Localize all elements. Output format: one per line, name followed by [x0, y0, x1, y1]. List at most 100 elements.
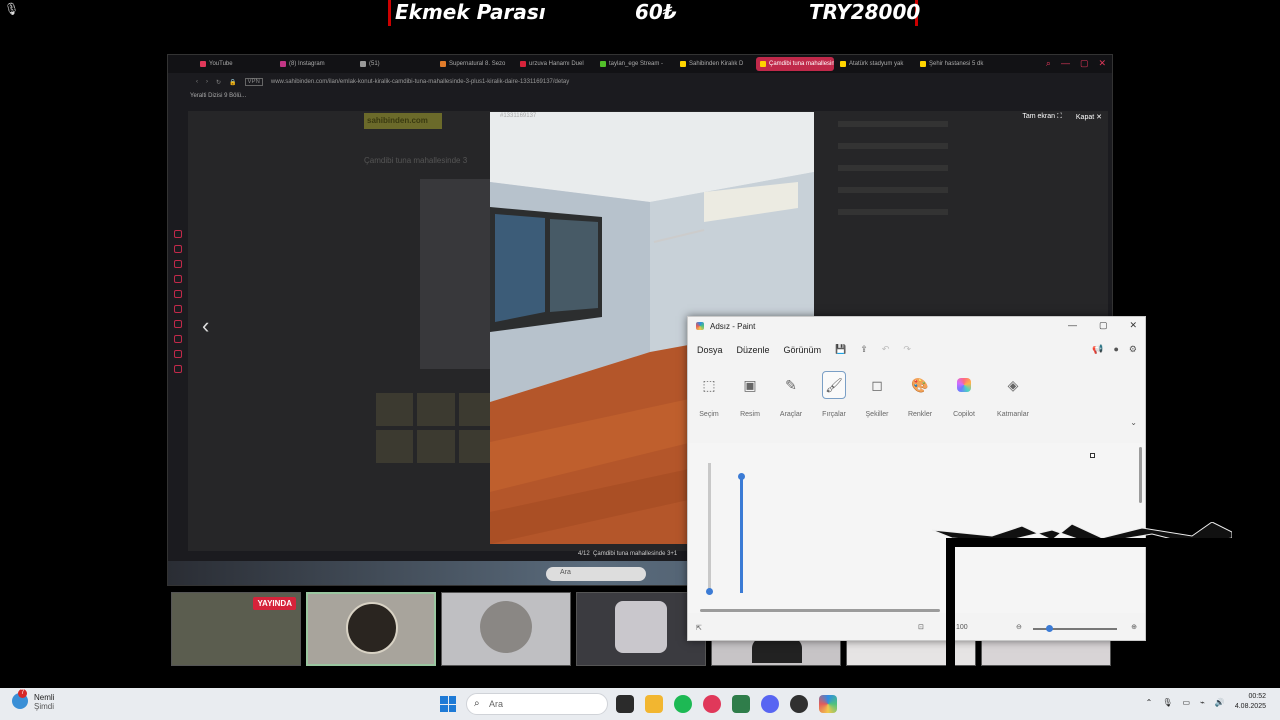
task-view-icon[interactable] [616, 695, 634, 713]
display-icon[interactable]: ▭ [1182, 698, 1190, 707]
tab-label: YouTube [209, 61, 233, 67]
taskbar-search-input[interactable]: ⌕ Ara [466, 693, 608, 715]
browser-tab[interactable]: Sahibinden Kiralık D [676, 57, 754, 71]
previous-photo-icon[interactable]: ‹ [202, 313, 209, 339]
network-icon[interactable]: ⌁ [1200, 698, 1205, 707]
brush-opacity-slider[interactable] [738, 473, 745, 593]
tool-selection[interactable]: ⬚ Seçim [689, 371, 729, 419]
microphone-icon[interactable]: 🎙 [1162, 698, 1172, 707]
megaphone-icon[interactable]: 📢 [1092, 344, 1103, 355]
close-icon[interactable]: ✕ [1098, 58, 1106, 69]
browser-tab[interactable]: (51) [356, 57, 434, 71]
minimize-icon[interactable]: — [1061, 58, 1070, 69]
weather-widget[interactable]: 7 Nemli Şimdi [12, 689, 55, 711]
sidebar-icon[interactable] [174, 305, 182, 313]
tool-layers[interactable]: ◈ Katmanlar [992, 371, 1034, 419]
menu-edit[interactable]: Düzenle [737, 345, 770, 355]
menu-view[interactable]: Görünüm [784, 345, 822, 355]
save-icon[interactable]: 💾 [835, 344, 846, 355]
browser-tab[interactable]: Çamdibi tuna mahallesind [756, 57, 834, 71]
clock[interactable]: 00:52 4.08.2025 [1235, 692, 1266, 712]
weather-subtitle: Şimdi [34, 702, 55, 711]
close-lightbox-button[interactable]: Kapat ✕ [1076, 113, 1102, 121]
tool-colors[interactable]: 🎨 Renkler [900, 371, 940, 419]
sidebar-icon[interactable] [174, 275, 182, 283]
scene-street[interactable]: YAYINDA [171, 592, 301, 666]
scene-webcam[interactable] [306, 592, 436, 666]
fullscreen-button[interactable]: Tam ekran ⛶ [1022, 113, 1062, 121]
sidebar-icon[interactable] [174, 350, 182, 358]
scene-cat[interactable] [441, 592, 571, 666]
thumbnail[interactable] [376, 430, 414, 463]
discord-icon[interactable] [761, 695, 779, 713]
opera-gx-icon[interactable] [703, 695, 721, 713]
vertical-scrollbar[interactable] [1139, 447, 1142, 503]
sidebar-icon[interactable] [174, 335, 182, 343]
tool-image[interactable]: ▣ Resim [730, 371, 770, 419]
start-button[interactable] [440, 696, 456, 712]
share-icon[interactable]: ⇪ [860, 344, 868, 355]
back-icon[interactable]: ‹ [196, 79, 198, 85]
sidebar-icon[interactable] [174, 245, 182, 253]
browser-tab[interactable]: (8) Instagram [276, 57, 354, 71]
inner-search-input[interactable]: Ara [546, 567, 646, 581]
notepad-icon[interactable] [732, 695, 750, 713]
settings-icon[interactable]: ⚙ [1129, 344, 1137, 355]
photo-caption: 4/12 Çamdibi tuna mahallesinde 3+1 [578, 551, 677, 557]
sidebar-icon[interactable] [174, 260, 182, 268]
brush-size-slider[interactable] [706, 463, 713, 595]
browser-tab[interactable]: Şehir hastanesi 5 dk [916, 57, 994, 71]
volume-icon[interactable]: 🔊 [1215, 698, 1225, 707]
slider-knob[interactable] [738, 473, 745, 480]
canvas-resize-handle[interactable] [1090, 453, 1095, 458]
horizontal-scrollbar[interactable] [700, 609, 940, 612]
browser-tab[interactable]: Atatürk stadyum yak [836, 57, 914, 71]
undo-icon[interactable]: ↶ [882, 344, 890, 355]
sidebar-icon[interactable] [174, 230, 182, 238]
sidebar-icon[interactable] [174, 320, 182, 328]
browser-tab[interactable]: urzuva Hanamı Duel [516, 57, 594, 71]
search-icon[interactable]: ⌕ [1046, 58, 1051, 69]
minimize-icon[interactable]: — [1068, 320, 1077, 331]
tool-shapes[interactable]: ◻ Şekiller [857, 371, 897, 419]
obs-icon[interactable] [790, 695, 808, 713]
tool-brushes[interactable]: 🖌 Fırçalar [814, 371, 854, 418]
account-icon[interactable]: ● [1113, 344, 1118, 355]
browser-tab[interactable]: YouTube [196, 57, 274, 71]
browser-tab[interactable]: taylan_ege Stream - [596, 57, 674, 71]
search-placeholder: Ara [489, 699, 504, 709]
listing-main-image [420, 179, 490, 369]
tab-favicon-icon [360, 61, 366, 67]
close-icon[interactable]: ✕ [1129, 320, 1137, 331]
maximize-icon[interactable]: ▢ [1099, 320, 1108, 331]
spotify-icon[interactable] [674, 695, 692, 713]
chevron-down-icon[interactable]: ⌄ [1130, 418, 1137, 427]
maximize-icon[interactable]: ▢ [1080, 58, 1089, 69]
url-input[interactable]: www.sahibinden.com/ilan/emlak-konut-kira… [271, 79, 569, 85]
menu-file[interactable]: Dosya [697, 345, 723, 355]
forward-icon[interactable]: › [206, 79, 208, 85]
vpn-badge[interactable]: VPN [244, 78, 263, 86]
file-explorer-icon[interactable] [645, 695, 663, 713]
reload-icon[interactable]: ↻ [216, 79, 221, 86]
thumbnail[interactable] [376, 393, 414, 426]
slider-knob[interactable] [706, 588, 713, 595]
lock-icon: 🔒 [229, 79, 237, 86]
redo-icon[interactable]: ↷ [903, 344, 911, 355]
screenshot-icon[interactable]: ⊡ [918, 623, 924, 631]
paint-title: Adsız - Paint [710, 321, 756, 331]
thumbnail[interactable] [417, 393, 455, 426]
tab-favicon-icon [280, 61, 286, 67]
cat-image [480, 601, 532, 653]
browser-tab[interactable]: Supernatural 8. Sezo [436, 57, 514, 71]
paint-icon[interactable] [819, 695, 837, 713]
chevron-up-icon[interactable]: ⌃ [1146, 698, 1153, 707]
thumbnail[interactable] [417, 430, 455, 463]
sidebar-icon[interactable] [174, 290, 182, 298]
tool-copilot[interactable]: Copilot [944, 371, 984, 418]
tool-tools[interactable]: ✎ Araçlar [771, 371, 811, 419]
listing-details [838, 121, 948, 301]
bookmark-item[interactable]: Yeralti Dizisi 9 Bölü... [190, 93, 246, 99]
sidebar-icon[interactable] [174, 365, 182, 373]
notification-badge: 7 [18, 689, 27, 698]
